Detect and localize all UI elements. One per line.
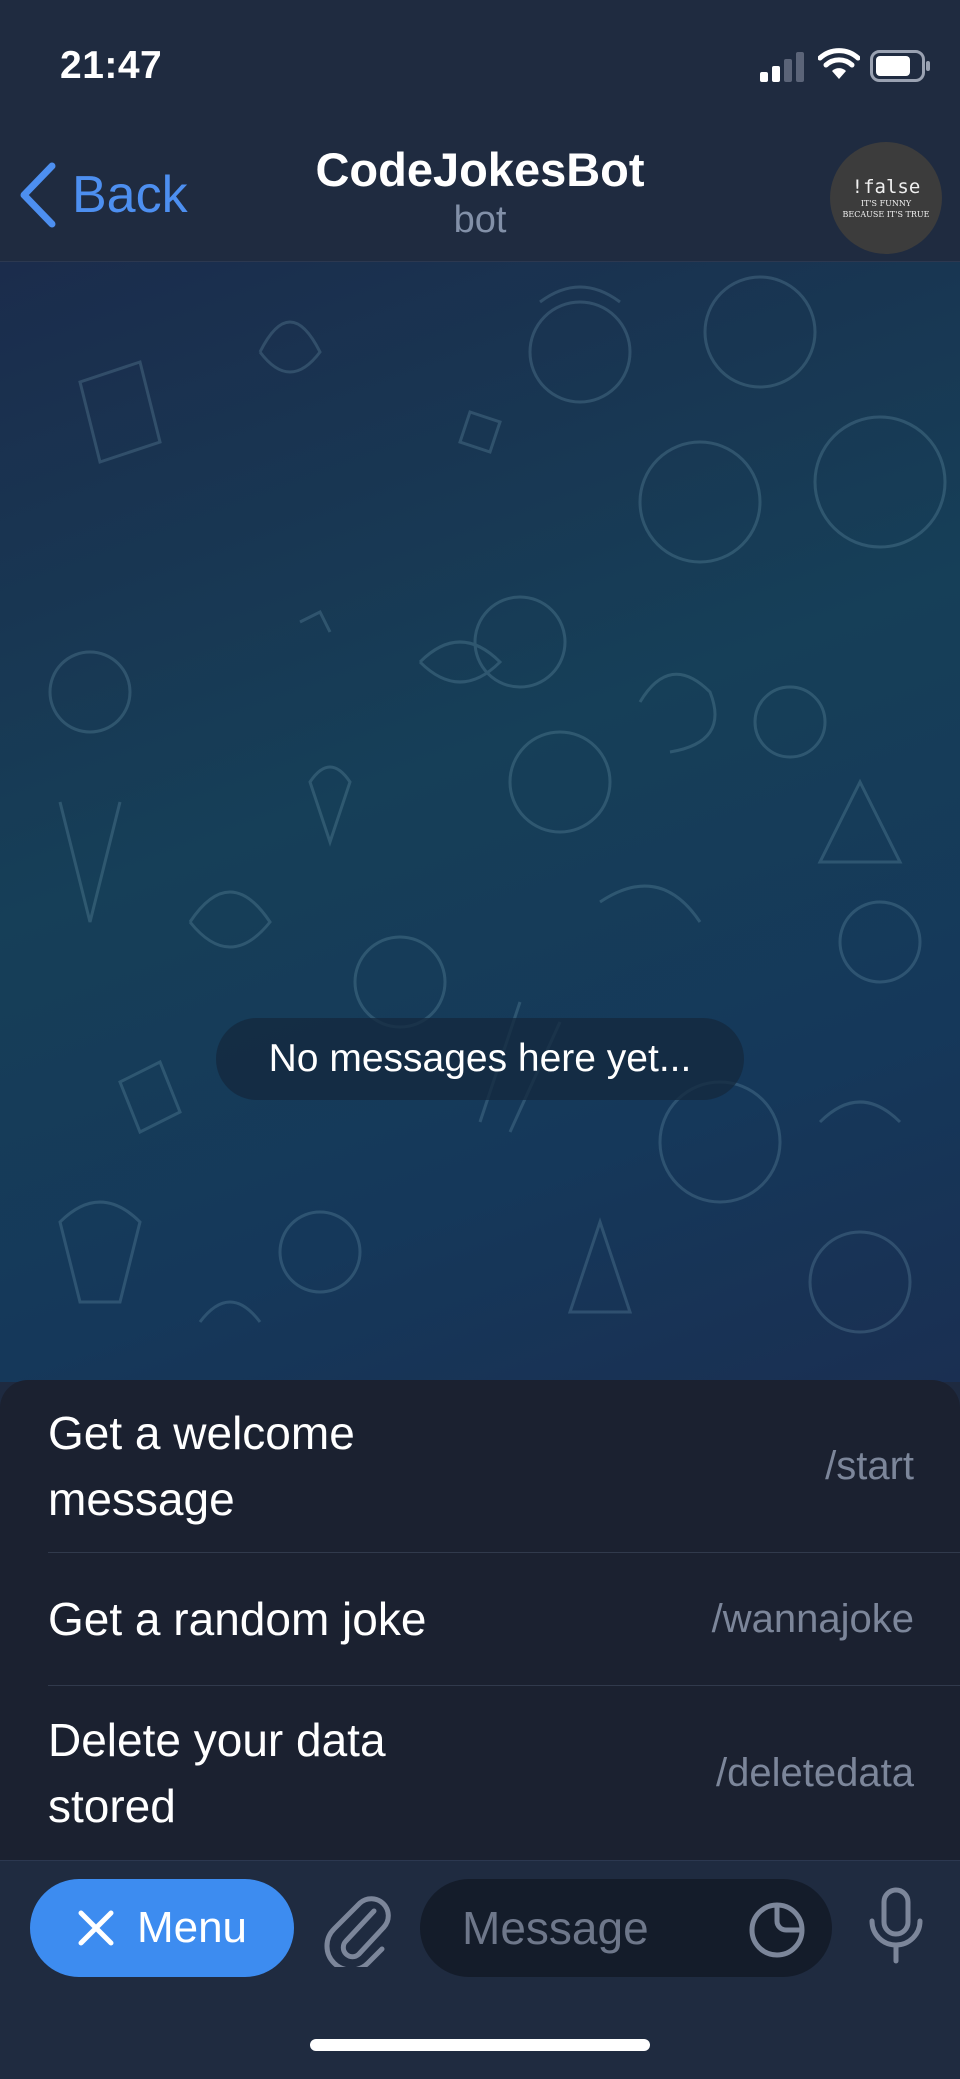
chevron-left-icon <box>20 162 56 228</box>
telegram-chat-screen: 21:47 Back CodeJokesBot bot !false IT'S … <box>0 0 960 2079</box>
command-description: Get a welcome message <box>48 1407 355 1525</box>
message-input[interactable] <box>460 1879 750 1977</box>
command-item-start[interactable]: Get a welcome message /start <box>48 1380 960 1553</box>
battery-icon <box>870 50 930 82</box>
home-indicator[interactable] <box>310 2039 650 2051</box>
microphone-icon[interactable] <box>866 1887 926 1967</box>
empty-chat-notice: No messages here yet... <box>216 1018 744 1100</box>
chat-header[interactable]: CodeJokesBot bot <box>230 142 730 242</box>
bot-commands-menu: Get a welcome message /start Get a rando… <box>0 1380 960 1860</box>
chat-background: No messages here yet... <box>0 262 960 1382</box>
avatar-main-text: !false <box>851 176 921 198</box>
menu-button[interactable]: Menu <box>30 1879 294 1977</box>
message-field[interactable] <box>420 1879 832 1977</box>
command-description: Get a random joke <box>48 1593 427 1645</box>
command-name: /deletedata <box>716 1750 914 1795</box>
avatar-sub-text-2: BECAUSE IT'S TRUE <box>842 210 930 219</box>
sticker-icon[interactable] <box>748 1901 806 1959</box>
command-item-deletedata[interactable]: Delete your data stored /deletedata <box>48 1686 960 1860</box>
menu-label: Menu <box>136 1903 248 1952</box>
navigation-bar: Back CodeJokesBot bot !false IT'S FUNNY … <box>0 130 960 262</box>
close-icon <box>78 1910 114 1946</box>
back-label: Back <box>72 166 188 224</box>
wifi-icon <box>818 48 860 79</box>
avatar-sub-text-1: IT'S FUNNY <box>860 199 912 208</box>
status-bar: 21:47 <box>0 0 960 130</box>
command-description: Delete your data stored <box>48 1714 386 1832</box>
chat-title: CodeJokesBot <box>315 143 645 196</box>
paperclip-icon[interactable] <box>322 1889 392 1967</box>
chat-subtitle: bot <box>453 199 507 241</box>
doodle-pattern <box>48 275 947 1334</box>
bot-avatar[interactable]: !false IT'S FUNNY BECAUSE IT'S TRUE <box>830 142 942 254</box>
status-time: 21:47 <box>60 44 163 87</box>
command-name: /wannajoke <box>711 1596 914 1641</box>
message-input-bar: Menu <box>0 1860 960 2079</box>
command-item-wannajoke[interactable]: Get a random joke /wannajoke <box>48 1553 960 1686</box>
back-button[interactable]: Back <box>18 160 188 230</box>
signal-icon <box>760 52 804 82</box>
command-name: /start <box>825 1443 914 1488</box>
